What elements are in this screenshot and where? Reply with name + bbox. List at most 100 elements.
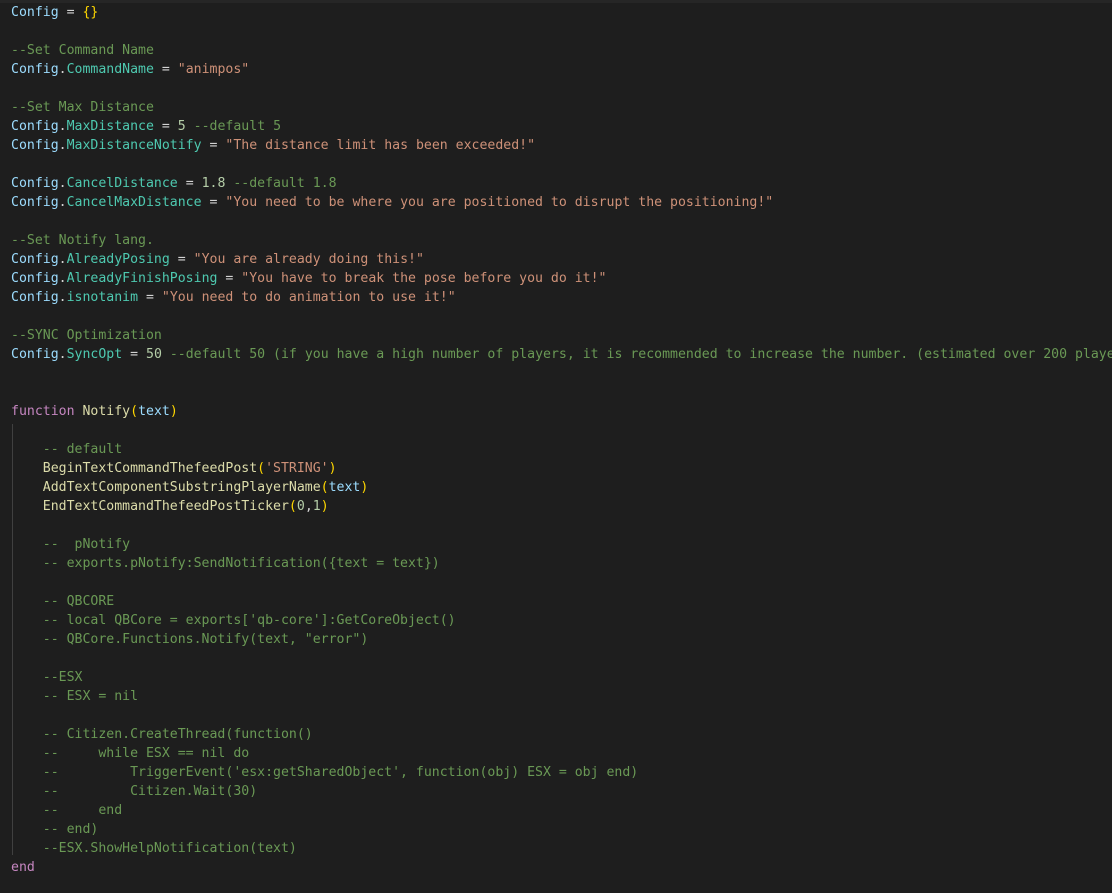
code-line[interactable]: -- TriggerEvent('esx:getSharedObject', f… bbox=[11, 763, 1112, 782]
code-line[interactable]: -- while ESX == nil do bbox=[11, 744, 1112, 763]
code-line[interactable]: function Notify(text) bbox=[11, 402, 1112, 421]
code-line[interactable]: Config.CommandName = "animpos" bbox=[11, 60, 1112, 79]
code-token: . bbox=[58, 176, 67, 191]
code-line[interactable] bbox=[11, 383, 1112, 402]
code-line[interactable]: --ESX.ShowHelpNotification(text) bbox=[11, 839, 1112, 858]
code-line[interactable]: EndTextCommandThefeedPostTicker(0,1) bbox=[11, 497, 1112, 516]
code-line[interactable]: --SYNC Optimization bbox=[11, 326, 1112, 345]
code-token: --Set Notify lang. bbox=[11, 233, 154, 248]
code-line[interactable] bbox=[11, 573, 1112, 592]
code-token: AlreadyPosing bbox=[66, 252, 170, 267]
code-token: ) bbox=[360, 480, 369, 495]
code-token: isnotanim bbox=[66, 290, 139, 305]
code-line[interactable]: end bbox=[11, 858, 1112, 877]
code-line[interactable]: Config.CancelDistance = 1.8 --default 1.… bbox=[11, 174, 1112, 193]
code-token: MaxDistanceNotify bbox=[66, 138, 202, 153]
code-line[interactable]: -- QBCORE bbox=[11, 592, 1112, 611]
code-line[interactable]: BeginTextCommandThefeedPost('STRING') bbox=[11, 459, 1112, 478]
code-line[interactable] bbox=[11, 79, 1112, 98]
code-token: function bbox=[11, 404, 75, 419]
code-line[interactable] bbox=[11, 22, 1112, 41]
code-line[interactable] bbox=[11, 421, 1112, 440]
code-line[interactable]: -- Citizen.Wait(30) bbox=[11, 782, 1112, 801]
code-line[interactable]: Config = {} bbox=[11, 3, 1112, 22]
code-token: "animpos" bbox=[177, 62, 250, 77]
code-token: -- while ESX == nil do bbox=[42, 746, 250, 761]
code-token: Config bbox=[11, 195, 59, 210]
code-token: AddTextComponentSubstringPlayerName bbox=[42, 480, 321, 495]
code-token: -- QBCORE bbox=[42, 594, 115, 609]
code-token: Config bbox=[11, 138, 59, 153]
code-token: end bbox=[11, 860, 35, 875]
code-line[interactable] bbox=[11, 516, 1112, 535]
code-token: ( bbox=[130, 404, 139, 419]
code-token: --Set Command Name bbox=[11, 43, 154, 58]
code-token: -- end bbox=[42, 803, 123, 818]
code-line[interactable]: -- default bbox=[11, 440, 1112, 459]
code-line[interactable]: -- local QBCore = exports['qb-core']:Get… bbox=[11, 611, 1112, 630]
code-token: {} bbox=[82, 5, 99, 20]
code-token: = bbox=[58, 5, 83, 20]
code-token: . bbox=[58, 271, 67, 286]
code-token: "You need to be where you are positioned… bbox=[225, 195, 774, 210]
code-line[interactable]: --Set Notify lang. bbox=[11, 231, 1112, 250]
code-token: 5 bbox=[177, 119, 186, 134]
code-token: --default 5 bbox=[193, 119, 282, 134]
code-line[interactable] bbox=[11, 307, 1112, 326]
code-token: . bbox=[58, 290, 67, 305]
code-line[interactable]: AddTextComponentSubstringPlayerName(text… bbox=[11, 478, 1112, 497]
code-line[interactable]: -- end bbox=[11, 801, 1112, 820]
code-token: = bbox=[153, 62, 178, 77]
code-token: -- TriggerEvent('esx:getSharedObject', f… bbox=[42, 765, 639, 780]
code-token: Config bbox=[11, 347, 59, 362]
code-token: Config bbox=[11, 271, 59, 286]
code-token: -- ESX = nil bbox=[42, 689, 139, 704]
code-line[interactable]: --Set Max Distance bbox=[11, 98, 1112, 117]
code-token: CancelDistance bbox=[66, 176, 178, 191]
code-line[interactable] bbox=[11, 155, 1112, 174]
code-token: Notify bbox=[82, 404, 131, 419]
code-token: --ESX.ShowHelpNotification(text) bbox=[42, 841, 297, 856]
code-token: -- Citizen.Wait(30) bbox=[42, 784, 258, 799]
code-line[interactable]: Config.CancelMaxDistance = "You need to … bbox=[11, 193, 1112, 212]
code-line[interactable] bbox=[11, 649, 1112, 668]
code-line[interactable]: Config.AlreadyPosing = "You are already … bbox=[11, 250, 1112, 269]
code-token: . bbox=[58, 252, 67, 267]
code-token: = bbox=[153, 119, 178, 134]
code-line[interactable]: --Set Command Name bbox=[11, 41, 1112, 60]
code-token: . bbox=[58, 62, 67, 77]
code-line[interactable]: -- end) bbox=[11, 820, 1112, 839]
code-line[interactable] bbox=[11, 212, 1112, 231]
code-line[interactable] bbox=[11, 364, 1112, 383]
code-line[interactable]: -- pNotify bbox=[11, 535, 1112, 554]
code-editor[interactable]: Config = {} --Set Command Name Config.Comm… bbox=[11, 3, 1112, 877]
code-line[interactable]: -- ESX = nil bbox=[11, 687, 1112, 706]
code-line[interactable]: -- exports.pNotify:SendNotification({tex… bbox=[11, 554, 1112, 573]
code-line[interactable]: Config.AlreadyFinishPosing = "You have t… bbox=[11, 269, 1112, 288]
code-line[interactable]: Config.isnotanim = "You need to do anima… bbox=[11, 288, 1112, 307]
code-line[interactable]: -- Citizen.CreateThread(function() bbox=[11, 725, 1112, 744]
code-line[interactable]: --ESX bbox=[11, 668, 1112, 687]
code-line[interactable]: Config.SyncOpt = 50 --default 50 (if you… bbox=[11, 345, 1112, 364]
code-token: 50 bbox=[146, 347, 162, 362]
code-line[interactable] bbox=[11, 706, 1112, 725]
code-token: -- end) bbox=[42, 822, 99, 837]
code-line[interactable]: Config.MaxDistanceNotify = "The distance… bbox=[11, 136, 1112, 155]
code-token: Config bbox=[11, 290, 59, 305]
code-token: = bbox=[177, 176, 202, 191]
code-token: ( bbox=[288, 499, 297, 514]
code-token: 1.8 bbox=[201, 176, 226, 191]
code-line[interactable]: -- QBCore.Functions.Notify(text, "error"… bbox=[11, 630, 1112, 649]
code-token: --ESX bbox=[42, 670, 83, 685]
code-line[interactable]: Config.MaxDistance = 5 --default 5 bbox=[11, 117, 1112, 136]
code-token: ( bbox=[320, 480, 329, 495]
